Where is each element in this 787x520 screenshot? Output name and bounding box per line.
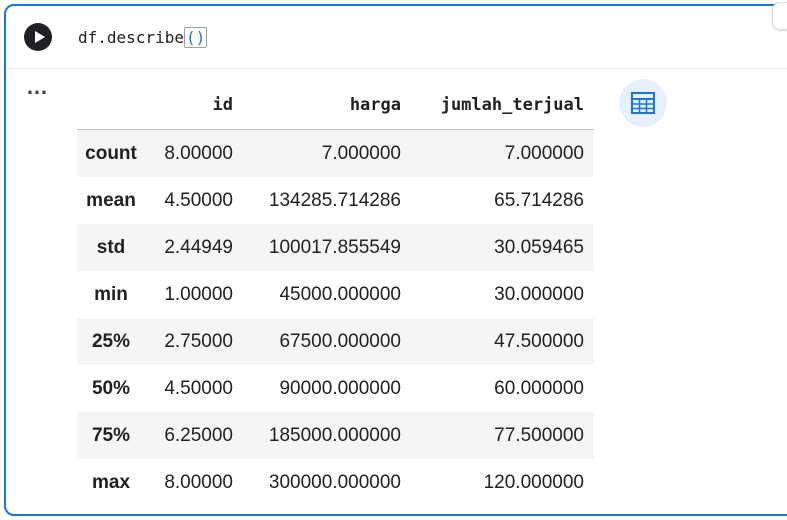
row-label: mean: [86, 189, 136, 211]
cell-id: 8.00000: [164, 471, 233, 493]
row-label: max: [91, 471, 131, 493]
table-row: 25% 2.75000 67500.000000 47.500000: [77, 318, 594, 365]
cell-id: 8.00000: [164, 142, 233, 164]
cell-id: 1.00000: [164, 283, 233, 305]
cell-id: 4.50000: [164, 189, 233, 211]
cell-jumlah-terjual: 77.500000: [494, 424, 584, 446]
cell-jumlah-terjual: 30.059465: [494, 236, 584, 258]
cell-harga: 300000.000000: [268, 471, 401, 493]
column-header-jumlah-terjual: jumlah_terjual: [411, 81, 594, 130]
cell-jumlah-terjual: 47.500000: [494, 330, 584, 352]
code-editor[interactable]: df.describe(): [78, 27, 208, 48]
cell-id: 4.50000: [164, 377, 233, 399]
row-label: count: [85, 142, 137, 164]
dataframe-table: id harga jumlah_terjual count 8.00000 7.…: [77, 81, 594, 506]
matched-parens: (): [183, 27, 208, 48]
cell-harga: 67500.000000: [279, 330, 401, 352]
table-row: count 8.00000 7.000000 7.000000: [77, 129, 594, 177]
cell-id: 6.25000: [164, 424, 233, 446]
code-editor-row[interactable]: df.describe(): [6, 6, 787, 69]
row-label: 25%: [91, 330, 131, 352]
run-cell-button[interactable]: [24, 23, 52, 51]
table-chart-icon: [631, 92, 655, 114]
column-header-id: id: [147, 81, 243, 130]
row-label: std: [96, 236, 126, 258]
cell-jumlah-terjual: 65.714286: [494, 189, 584, 211]
cell-harga: 45000.000000: [279, 283, 401, 305]
play-icon: [35, 31, 45, 43]
cell-jumlah-terjual: 120.000000: [483, 471, 584, 493]
cell-id: 2.44949: [164, 236, 233, 258]
cell-jumlah-terjual: 7.000000: [504, 142, 584, 164]
column-header-harga: harga: [243, 81, 411, 130]
code-text: df.describe: [78, 28, 184, 47]
row-label: 75%: [91, 424, 131, 446]
interactive-table-button[interactable]: [619, 79, 667, 127]
index-header: [77, 81, 147, 130]
table-row: 50% 4.50000 90000.000000 60.000000: [77, 365, 594, 412]
cell-harga: 134285.714286: [268, 189, 401, 211]
cell-harga: 100017.855549: [268, 236, 401, 258]
table-row: mean 4.50000 134285.714286 65.714286: [77, 177, 594, 224]
cell-harga: 7.000000: [321, 142, 401, 164]
more-horiz-icon[interactable]: …: [26, 76, 52, 100]
cell-id: 2.75000: [164, 330, 233, 352]
table-row: max 8.00000 300000.000000 120.000000: [77, 459, 594, 506]
table-row: std 2.44949 100017.855549 30.059465: [77, 224, 594, 271]
cell-jumlah-terjual: 30.000000: [494, 283, 584, 305]
cell-jumlah-terjual: 60.000000: [494, 377, 584, 399]
row-label: 50%: [91, 377, 131, 399]
table-row: min 1.00000 45000.000000 30.000000: [77, 271, 594, 318]
table-row: 75% 6.25000 185000.000000 77.500000: [77, 412, 594, 459]
notebook-code-cell[interactable]: df.describe() … id harga jumlah_terjual …: [4, 2, 787, 516]
table-header-row: id harga jumlah_terjual: [77, 81, 594, 130]
cell-harga: 90000.000000: [279, 377, 401, 399]
row-label: min: [94, 283, 128, 305]
cell-harga: 185000.000000: [268, 424, 401, 446]
